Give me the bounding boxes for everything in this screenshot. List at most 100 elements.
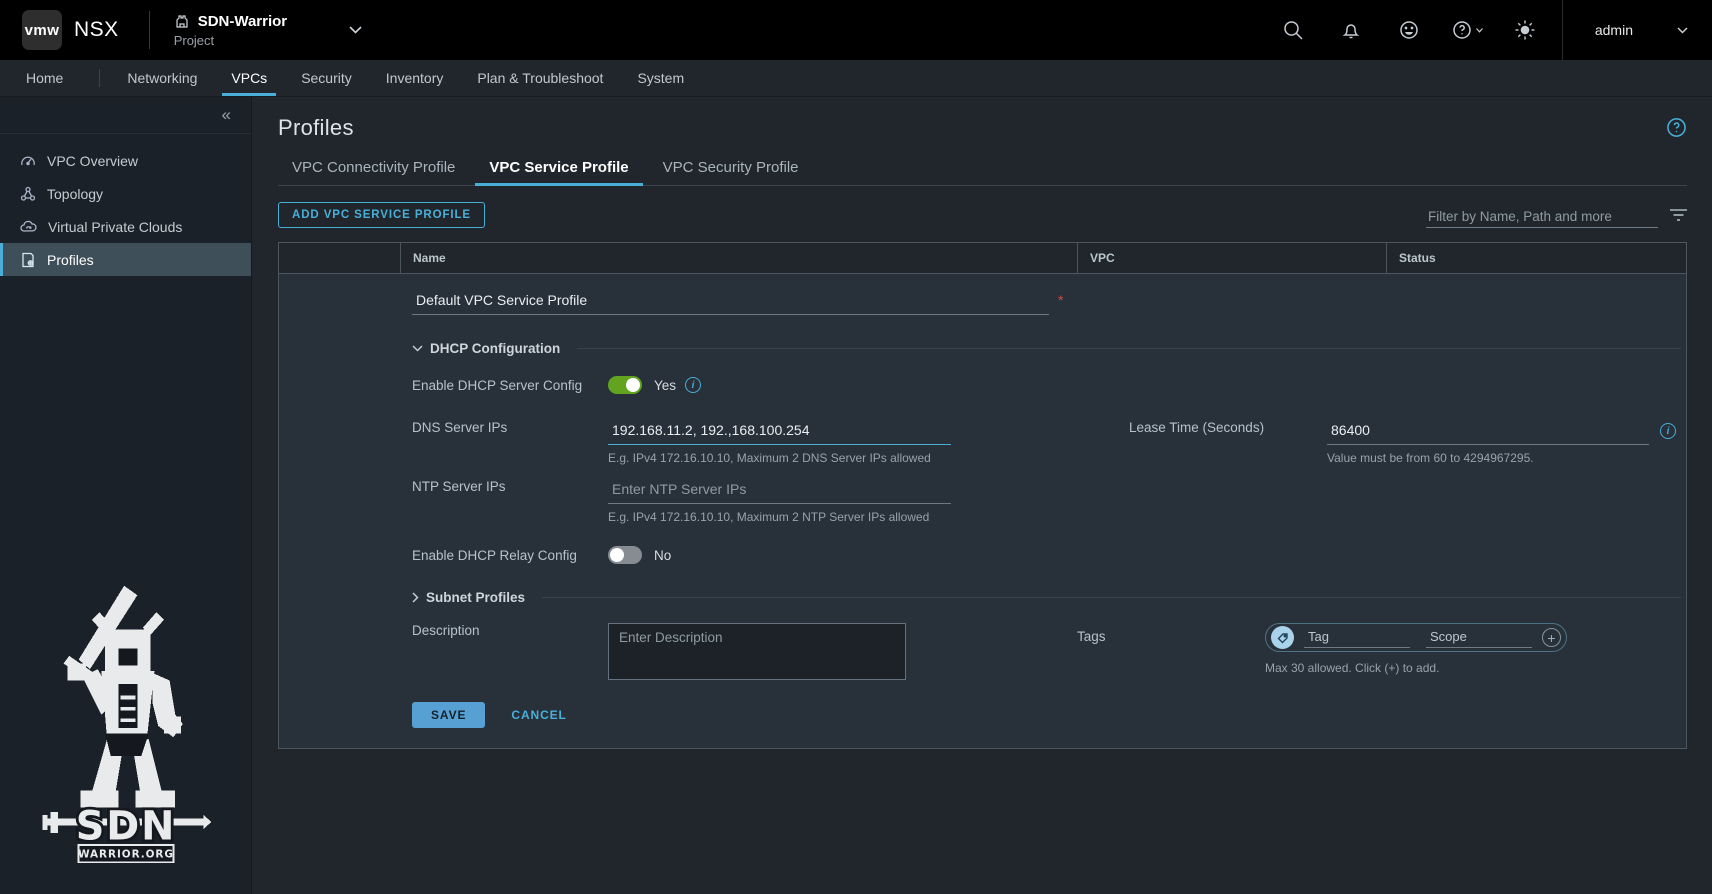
project-icon — [174, 13, 190, 29]
dhcp-relay-toggle[interactable] — [608, 546, 642, 564]
ntp-row: NTP Server IPs E.g. IPv4 172.16.10.10, M… — [412, 479, 1686, 524]
nav-divider — [99, 69, 100, 87]
profile-name-input[interactable] — [412, 290, 1049, 315]
dns-server-ips-input[interactable] — [608, 420, 951, 445]
add-vpc-service-profile-button[interactable]: ADD VPC SERVICE PROFILE — [278, 202, 485, 228]
feedback-smiley-icon[interactable] — [1380, 19, 1438, 41]
dhcp-server-toggle[interactable] — [608, 376, 642, 394]
tab-vpc-service-profile[interactable]: VPC Service Profile — [475, 159, 642, 185]
required-asterisk: * — [1058, 292, 1063, 308]
page-help-icon[interactable] — [1666, 117, 1687, 143]
column-header-status: Status — [1386, 243, 1686, 273]
tab-vpc-security-profile[interactable]: VPC Security Profile — [649, 159, 813, 185]
sidebar-item-label: VPC Overview — [47, 153, 138, 169]
save-button[interactable]: SAVE — [412, 702, 485, 728]
sidebar-collapse-icon[interactable]: « — [222, 105, 231, 125]
table-header-spacer — [279, 243, 400, 273]
toggle-state-label: No — [654, 548, 671, 563]
enable-dhcp-relay-row: Enable DHCP Relay Config No — [412, 546, 1686, 564]
page-title: Profiles — [278, 115, 354, 141]
cloud-icon — [20, 219, 37, 235]
section-title: Subnet Profiles — [426, 590, 525, 605]
lease-helper-text: Value must be from 60 to 4294967295. — [1327, 451, 1676, 465]
tags-helper-text: Max 30 allowed. Click (+) to add. — [1265, 661, 1567, 675]
filter-input[interactable] — [1426, 206, 1658, 228]
sidebar-item-profiles[interactable]: Profiles — [0, 243, 251, 276]
nav-item-security[interactable]: Security — [284, 60, 369, 96]
filter-icon[interactable] — [1670, 208, 1687, 226]
vmware-logo: vmw — [22, 10, 62, 50]
nav-item-vpcs[interactable]: VPCs — [214, 60, 284, 96]
tab-vpc-connectivity-profile[interactable]: VPC Connectivity Profile — [278, 159, 469, 185]
profile-edit-row: * DHCP Configuration Enable DHCP Server … — [279, 273, 1686, 748]
tags-pill: + — [1265, 623, 1567, 652]
user-menu[interactable]: admin — [1563, 22, 1712, 38]
nav-item-system[interactable]: System — [620, 60, 701, 96]
theme-sun-icon[interactable] — [1496, 19, 1554, 41]
scope-input[interactable] — [1426, 627, 1532, 648]
subnet-profiles-section[interactable]: Subnet Profiles — [412, 590, 1686, 605]
description-tags-row: Description Tags — [412, 623, 1686, 680]
dhcp-configuration-section[interactable]: DHCP Configuration — [412, 341, 1686, 356]
notifications-bell-icon[interactable] — [1322, 19, 1380, 41]
add-tag-plus-icon[interactable]: + — [1542, 628, 1561, 647]
tag-icon — [1271, 626, 1294, 649]
username: admin — [1595, 22, 1633, 38]
enable-dhcp-server-row: Enable DHCP Server Config Yes i — [412, 376, 1686, 394]
field-label: Description — [412, 623, 608, 638]
help-menu-icon[interactable] — [1438, 19, 1496, 41]
lease-time-input[interactable] — [1327, 420, 1649, 445]
field-label: Lease Time (Seconds) — [1129, 420, 1327, 435]
sidebar-item-label: Topology — [47, 186, 103, 202]
top-header: vmw NSX SDN-Warrior Project — [0, 0, 1712, 60]
description-textarea[interactable] — [608, 623, 906, 680]
project-name: SDN-Warrior — [198, 13, 287, 30]
project-selector[interactable]: SDN-Warrior Project — [174, 13, 287, 48]
project-chevron-down-icon[interactable] — [349, 21, 362, 39]
logo-subtitle: WARRIOR.ORG — [78, 848, 174, 860]
nav-item-inventory[interactable]: Inventory — [369, 60, 461, 96]
name-field-row: * — [412, 290, 1686, 315]
gauge-icon — [20, 153, 36, 169]
search-icon[interactable] — [1264, 19, 1322, 41]
brand: vmw NSX — [0, 10, 119, 50]
nav-item-plan-troubleshoot[interactable]: Plan & Troubleshoot — [460, 60, 620, 96]
toolbar: ADD VPC SERVICE PROFILE — [278, 202, 1687, 228]
ntp-server-ips-input[interactable] — [608, 479, 951, 504]
field-label: Tags — [1077, 623, 1265, 644]
nsx-app: vmw NSX SDN-Warrior Project — [0, 0, 1712, 894]
tag-input[interactable] — [1304, 627, 1410, 648]
section-divider — [542, 597, 1681, 598]
project-type-label: Project — [174, 33, 287, 48]
field-label: NTP Server IPs — [412, 479, 608, 494]
sidebar-item-topology[interactable]: Topology — [0, 177, 251, 210]
nav-item-home[interactable]: Home — [0, 60, 89, 96]
section-title: DHCP Configuration — [430, 341, 560, 356]
info-icon[interactable]: i — [1660, 423, 1676, 439]
profiles-table: Name VPC Status * DHCP Configuration — [278, 242, 1687, 749]
sidebar-menu: VPC Overview Topology Virtual Private Cl… — [0, 133, 251, 276]
sidebar-item-vpc-overview[interactable]: VPC Overview — [0, 144, 251, 177]
field-label: Enable DHCP Server Config — [412, 378, 608, 393]
column-header-name: Name — [400, 243, 1077, 273]
column-header-vpc: VPC — [1077, 243, 1386, 273]
toggle-state-label: Yes — [654, 378, 676, 393]
user-chevron-down-icon — [1677, 27, 1688, 34]
field-label: Enable DHCP Relay Config — [412, 548, 608, 563]
product-name: NSX — [74, 18, 119, 42]
profile-doc-icon — [20, 252, 36, 268]
main-nav: Home Networking VPCs Security Inventory … — [0, 60, 1712, 97]
sidebar-item-virtual-private-clouds[interactable]: Virtual Private Clouds — [0, 210, 251, 243]
sidebar: « VPC Overview Topology — [0, 97, 252, 894]
sdn-warrior-logo: SDN WARRIOR.ORG — [38, 582, 214, 866]
header-divider — [149, 11, 150, 49]
cancel-button[interactable]: CANCEL — [511, 708, 566, 722]
table-header-row: Name VPC Status — [279, 243, 1686, 273]
nav-item-networking[interactable]: Networking — [110, 60, 214, 96]
topology-icon — [20, 186, 36, 202]
field-label: DNS Server IPs — [412, 420, 608, 435]
main-content: Profiles VPC Connectivity Profile VPC Se… — [252, 97, 1712, 894]
info-icon[interactable]: i — [685, 377, 701, 393]
ntp-helper-text: E.g. IPv4 172.16.10.10, Maximum 2 NTP Se… — [608, 510, 951, 524]
profile-tabs: VPC Connectivity Profile VPC Service Pro… — [278, 159, 1687, 186]
